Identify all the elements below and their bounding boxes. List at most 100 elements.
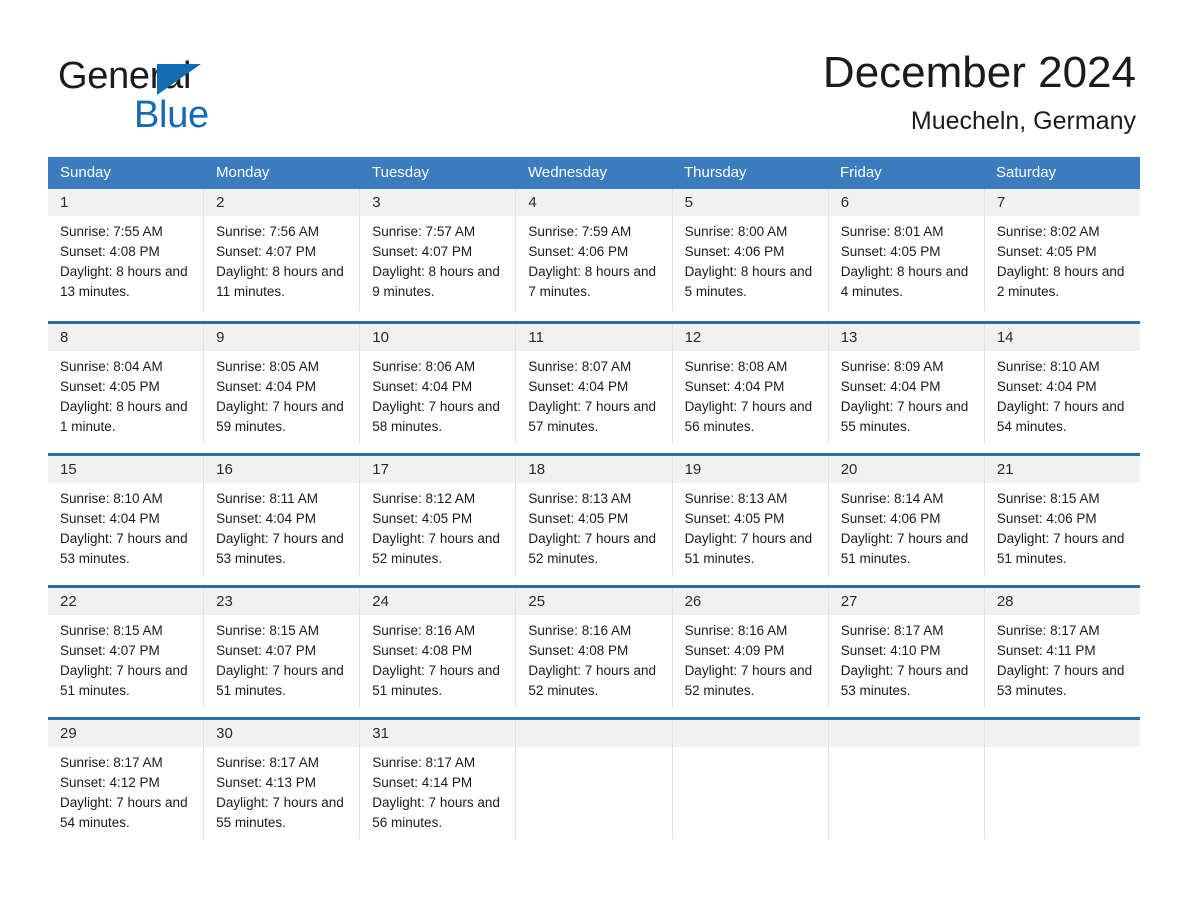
location-subtitle: Muecheln, Germany bbox=[910, 107, 1136, 135]
page-title: December 2024 bbox=[822, 48, 1136, 97]
day-details: Sunrise: 8:17 AM Sunset: 4:10 PM Daylight:… bbox=[829, 615, 984, 701]
sunset-text: Sunset: 4:08 PM bbox=[528, 643, 629, 658]
sunset-text: Sunset: 4:05 PM bbox=[372, 511, 473, 526]
day-number: 2 bbox=[204, 189, 360, 216]
daylight-text: Daylight: 8 hours and 11 minutes. bbox=[216, 264, 344, 299]
sunrise-text: Sunrise: 8:17 AM bbox=[372, 755, 476, 770]
sunrise-text: Sunrise: 8:17 AM bbox=[216, 755, 319, 770]
day-number: 5 bbox=[672, 189, 828, 216]
day-cell-4[interactable]: 4 Sunrise: 7:59 AM Sunset: 4:06 PM Daylight… bbox=[516, 189, 673, 311]
day-cell-12[interactable]: 12 Sunrise: 8:08 AM Sunset: 4:04 PM Dayligh… bbox=[672, 324, 829, 443]
day-number: 24 bbox=[360, 588, 516, 615]
day-number: 10 bbox=[360, 324, 516, 351]
day-details: Sunrise: 8:06 AM Sunset: 4:04 PM Daylight:… bbox=[360, 351, 515, 437]
daylight-text: Daylight: 8 hours and 1 minute. bbox=[60, 399, 188, 434]
day-cell-13[interactable]: 13 Sunrise: 8:09 AM Sunset: 4:04 PM Dayligh… bbox=[828, 324, 985, 443]
day-cell-15[interactable]: 15 Sunrise: 8:10 AM Sunset: 4:04 PM Dayligh… bbox=[48, 456, 205, 575]
day-cell-26[interactable]: 26 Sunrise: 8:16 AM Sunset: 4:09 PM Dayligh… bbox=[672, 588, 829, 707]
day-cell-20[interactable]: 20 Sunrise: 8:14 AM Sunset: 4:06 PM Dayligh… bbox=[828, 456, 985, 575]
weekday-header-sunday: Sunday bbox=[60, 164, 111, 181]
sunrise-text: Sunrise: 8:09 AM bbox=[840, 359, 944, 374]
daylight-text: Daylight: 7 hours and 52 minutes. bbox=[684, 663, 813, 698]
sunset-text: Sunset: 4:04 PM bbox=[528, 379, 629, 394]
calendar-week-row: 22 Sunrise: 8:15 AM Sunset: 4:07 PM Dayligh… bbox=[48, 585, 1140, 707]
sunset-text: Sunset: 4:04 PM bbox=[372, 379, 473, 394]
day-cell-24[interactable]: 24 Sunrise: 8:16 AM Sunset: 4:08 PM Dayligh… bbox=[360, 588, 517, 707]
sunrise-text: Sunrise: 7:59 AM bbox=[528, 224, 632, 239]
sunrise-text: Sunrise: 8:13 AM bbox=[684, 491, 788, 506]
day-number: 30 bbox=[204, 720, 360, 747]
day-cell-6[interactable]: 6 Sunrise: 8:01 AM Sunset: 4:05 PM Daylight… bbox=[828, 189, 985, 311]
day-cell-3[interactable]: 3 Sunrise: 7:57 AM Sunset: 4:07 PM Daylight… bbox=[360, 189, 517, 311]
sunset-text: Sunset: 4:10 PM bbox=[840, 643, 941, 658]
day-cell-10[interactable]: 10 Sunrise: 8:06 AM Sunset: 4:04 PM Dayligh… bbox=[360, 324, 517, 443]
day-details: Sunrise: 8:15 AM Sunset: 4:07 PM Daylight:… bbox=[48, 615, 203, 701]
day-cell-28[interactable]: 28 Sunrise: 8:17 AM Sunset: 4:11 PM Dayligh… bbox=[984, 588, 1140, 707]
sunrise-text: Sunrise: 8:01 AM bbox=[840, 224, 944, 239]
weekday-header-row: Sunday Monday Tuesday Wednesday Thursday Frid… bbox=[48, 157, 1140, 189]
sunset-text: Sunset: 4:07 PM bbox=[372, 244, 473, 259]
day-cell-14[interactable]: 14 Sunrise: 8:10 AM Sunset: 4:04 PM Dayligh… bbox=[984, 324, 1140, 443]
day-details: Sunrise: 8:10 AM Sunset: 4:04 PM Daylight:… bbox=[48, 483, 203, 569]
day-cell-8[interactable]: 8 Sunrise: 8:04 AM Sunset: 4:05 PM Daylight… bbox=[48, 324, 205, 443]
day-number: 18 bbox=[516, 456, 672, 483]
day-cell-1[interactable]: 1 Sunrise: 7:55 AM Sunset: 4:08 PM Daylight… bbox=[48, 189, 205, 311]
day-details: Sunrise: 8:04 AM Sunset: 4:05 PM Daylight:… bbox=[48, 351, 203, 437]
day-number: 25 bbox=[516, 588, 672, 615]
day-cell-19[interactable]: 19 Sunrise: 8:13 AM Sunset: 4:05 PM Dayligh… bbox=[672, 456, 829, 575]
day-details: Sunrise: 8:08 AM Sunset: 4:04 PM Daylight:… bbox=[673, 351, 828, 437]
weekday-header-thursday: Thursday bbox=[684, 164, 747, 181]
day-number: 26 bbox=[672, 588, 828, 615]
day-details: Sunrise: 8:05 AM Sunset: 4:04 PM Daylight:… bbox=[204, 351, 359, 437]
daylight-text: Daylight: 7 hours and 51 minutes. bbox=[840, 531, 969, 566]
page-header: General Blue December 2024 Muecheln, Ger… bbox=[48, 46, 1140, 146]
day-cell-11[interactable]: 11 Sunrise: 8:07 AM Sunset: 4:04 PM Dayligh… bbox=[516, 324, 673, 443]
day-cell-30[interactable]: 30 Sunrise: 8:17 AM Sunset: 4:13 PM Dayligh… bbox=[204, 720, 361, 839]
day-details: Sunrise: 8:01 AM Sunset: 4:05 PM Daylight:… bbox=[829, 216, 984, 302]
day-cell-22[interactable]: 22 Sunrise: 8:15 AM Sunset: 4:07 PM Dayligh… bbox=[48, 588, 205, 707]
sunset-text: Sunset: 4:06 PM bbox=[840, 511, 941, 526]
daylight-text: Daylight: 8 hours and 4 minutes. bbox=[840, 264, 969, 299]
sunrise-text: Sunrise: 8:00 AM bbox=[684, 224, 788, 239]
sunset-text: Sunset: 4:04 PM bbox=[684, 379, 785, 394]
calendar-week-row: 15 Sunrise: 8:10 AM Sunset: 4:04 PM Dayligh… bbox=[48, 453, 1140, 575]
day-cell-empty bbox=[828, 720, 985, 839]
day-cell-7[interactable]: 7 Sunrise: 8:02 AM Sunset: 4:05 PM Daylight… bbox=[984, 189, 1140, 311]
sunset-text: Sunset: 4:04 PM bbox=[60, 511, 160, 526]
sunrise-text: Sunrise: 8:13 AM bbox=[528, 491, 632, 506]
day-details: Sunrise: 8:17 AM Sunset: 4:11 PM Daylight:… bbox=[985, 615, 1140, 701]
day-cell-31[interactable]: 31 Sunrise: 8:17 AM Sunset: 4:14 PM Dayligh… bbox=[360, 720, 517, 839]
daylight-text: Daylight: 7 hours and 56 minutes. bbox=[372, 795, 500, 830]
day-cell-29[interactable]: 29 Sunrise: 8:17 AM Sunset: 4:12 PM Dayligh… bbox=[48, 720, 205, 839]
day-details: Sunrise: 8:16 AM Sunset: 4:08 PM Daylight:… bbox=[360, 615, 515, 701]
day-details: Sunrise: 8:10 AM Sunset: 4:04 PM Daylight:… bbox=[985, 351, 1140, 437]
sunset-text: Sunset: 4:04 PM bbox=[840, 379, 941, 394]
day-details: Sunrise: 7:57 AM Sunset: 4:07 PM Daylight:… bbox=[360, 216, 515, 302]
general-blue-logo: General Blue bbox=[58, 54, 318, 142]
day-cell-25[interactable]: 25 Sunrise: 8:16 AM Sunset: 4:08 PM Dayligh… bbox=[516, 588, 673, 707]
day-details: Sunrise: 7:56 AM Sunset: 4:07 PM Daylight:… bbox=[204, 216, 359, 302]
sunset-text: Sunset: 4:08 PM bbox=[372, 643, 473, 658]
day-number: 8 bbox=[48, 324, 204, 351]
sunset-text: Sunset: 4:07 PM bbox=[216, 244, 316, 259]
day-cell-2[interactable]: 2 Sunrise: 7:56 AM Sunset: 4:07 PM Daylight… bbox=[204, 189, 361, 311]
day-details: Sunrise: 8:17 AM Sunset: 4:12 PM Daylight:… bbox=[48, 747, 203, 833]
day-cell-27[interactable]: 27 Sunrise: 8:17 AM Sunset: 4:10 PM Dayligh… bbox=[828, 588, 985, 707]
day-cell-17[interactable]: 17 Sunrise: 8:12 AM Sunset: 4:05 PM Dayligh… bbox=[360, 456, 517, 575]
sunset-text: Sunset: 4:05 PM bbox=[840, 244, 941, 259]
day-cell-18[interactable]: 18 Sunrise: 8:13 AM Sunset: 4:05 PM Dayligh… bbox=[516, 456, 673, 575]
day-number: 4 bbox=[516, 189, 672, 216]
day-details: Sunrise: 8:07 AM Sunset: 4:04 PM Daylight:… bbox=[516, 351, 671, 437]
day-cell-empty bbox=[672, 720, 829, 839]
day-number: 9 bbox=[204, 324, 360, 351]
day-cell-23[interactable]: 23 Sunrise: 8:15 AM Sunset: 4:07 PM Dayligh… bbox=[204, 588, 361, 707]
day-number: 12 bbox=[672, 324, 828, 351]
sunset-text: Sunset: 4:09 PM bbox=[684, 643, 785, 658]
day-cell-9[interactable]: 9 Sunrise: 8:05 AM Sunset: 4:04 PM Daylight… bbox=[204, 324, 361, 443]
day-cell-21[interactable]: 21 Sunrise: 8:15 AM Sunset: 4:06 PM Dayligh… bbox=[984, 456, 1140, 575]
daylight-text: Daylight: 7 hours and 53 minutes. bbox=[60, 531, 188, 566]
day-cell-5[interactable]: 5 Sunrise: 8:00 AM Sunset: 4:06 PM Daylight… bbox=[672, 189, 829, 311]
day-cell-16[interactable]: 16 Sunrise: 8:11 AM Sunset: 4:04 PM Dayligh… bbox=[204, 456, 361, 575]
day-number: 17 bbox=[360, 456, 516, 483]
sunrise-text: Sunrise: 8:04 AM bbox=[60, 359, 163, 374]
